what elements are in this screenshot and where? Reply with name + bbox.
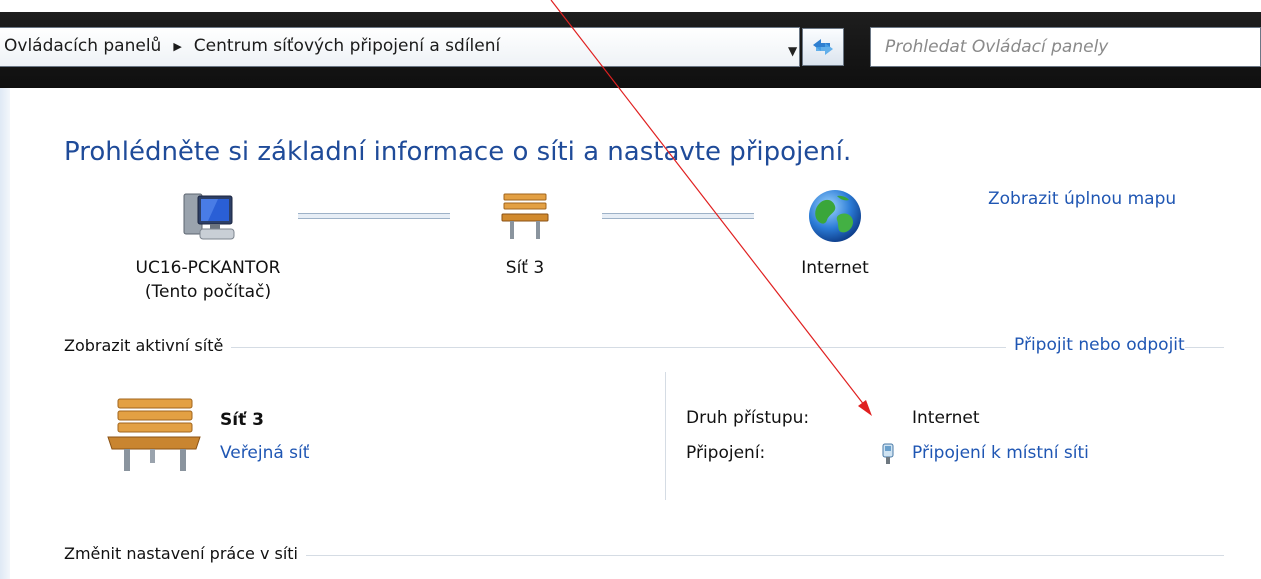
refresh-button[interactable] <box>802 28 844 66</box>
computer-name: UC16-PCKANTOR <box>135 258 281 278</box>
computer-icon <box>183 193 235 240</box>
full-map-link[interactable]: Zobrazit úplnou mapu <box>988 189 1176 209</box>
active-networks-vertical-divider <box>665 372 666 500</box>
access-type-label: Druh přístupu: <box>686 408 810 428</box>
annotation-arrow-head <box>858 400 872 416</box>
breadcrumb-item-control-panel[interactable]: Ovládacích panelů <box>4 36 161 56</box>
change-settings-heading: Změnit nastavení práce v síti <box>64 544 306 563</box>
map-connector-2 <box>602 213 754 219</box>
chevron-down-icon[interactable]: ▼ <box>788 44 797 58</box>
internet-node-name: Internet <box>801 258 869 278</box>
access-type-value: Internet <box>912 408 980 428</box>
search-input[interactable]: Prohledat Ovládací panely <box>870 27 1261 67</box>
bench-icon <box>107 398 201 471</box>
bench-icon <box>501 193 549 239</box>
connections-label: Připojení: <box>686 443 766 463</box>
map-connector-1 <box>298 213 450 219</box>
breadcrumb: Ovládacích panelů ▶ Centrum síťových při… <box>4 36 500 56</box>
globe-icon <box>809 190 861 242</box>
network-node-name: Síť 3 <box>505 258 545 278</box>
window-toolbar: Ovládacích panelů ▶ Centrum síťových při… <box>0 0 1261 88</box>
connect-disconnect-link[interactable]: Připojit nebo odpojit <box>1006 335 1185 355</box>
window-left-border <box>0 88 10 579</box>
active-network-name: Síť 3 <box>220 410 264 430</box>
network-type-link[interactable]: Veřejná síť <box>220 443 309 463</box>
active-networks-heading: Zobrazit aktivní sítě <box>64 336 232 355</box>
ethernet-icon <box>882 443 894 464</box>
page-title: Prohlédněte si základní informace o síti… <box>64 137 852 167</box>
refresh-icon <box>813 39 833 55</box>
map-node-network[interactable]: Síť 3 <box>470 190 580 280</box>
map-node-computer[interactable]: UC16-PCKANTOR (Tento počítač) <box>108 190 308 304</box>
computer-subtitle: (Tento počítač) <box>144 282 272 302</box>
breadcrumb-arrow-icon[interactable]: ▶ <box>173 40 181 53</box>
ethernet-icon-wrap[interactable] <box>880 442 896 466</box>
active-network-icon-wrap <box>104 395 204 475</box>
map-node-internet[interactable]: Internet <box>780 188 890 280</box>
address-bar[interactable]: Ovládacích panelů ▶ Centrum síťových při… <box>0 27 800 67</box>
breadcrumb-item-network-center[interactable]: Centrum síťových připojení a sdílení <box>194 36 500 56</box>
local-connection-link[interactable]: Připojení k místní síti <box>912 443 1089 463</box>
search-placeholder: Prohledat Ovládací panely <box>885 37 1109 57</box>
